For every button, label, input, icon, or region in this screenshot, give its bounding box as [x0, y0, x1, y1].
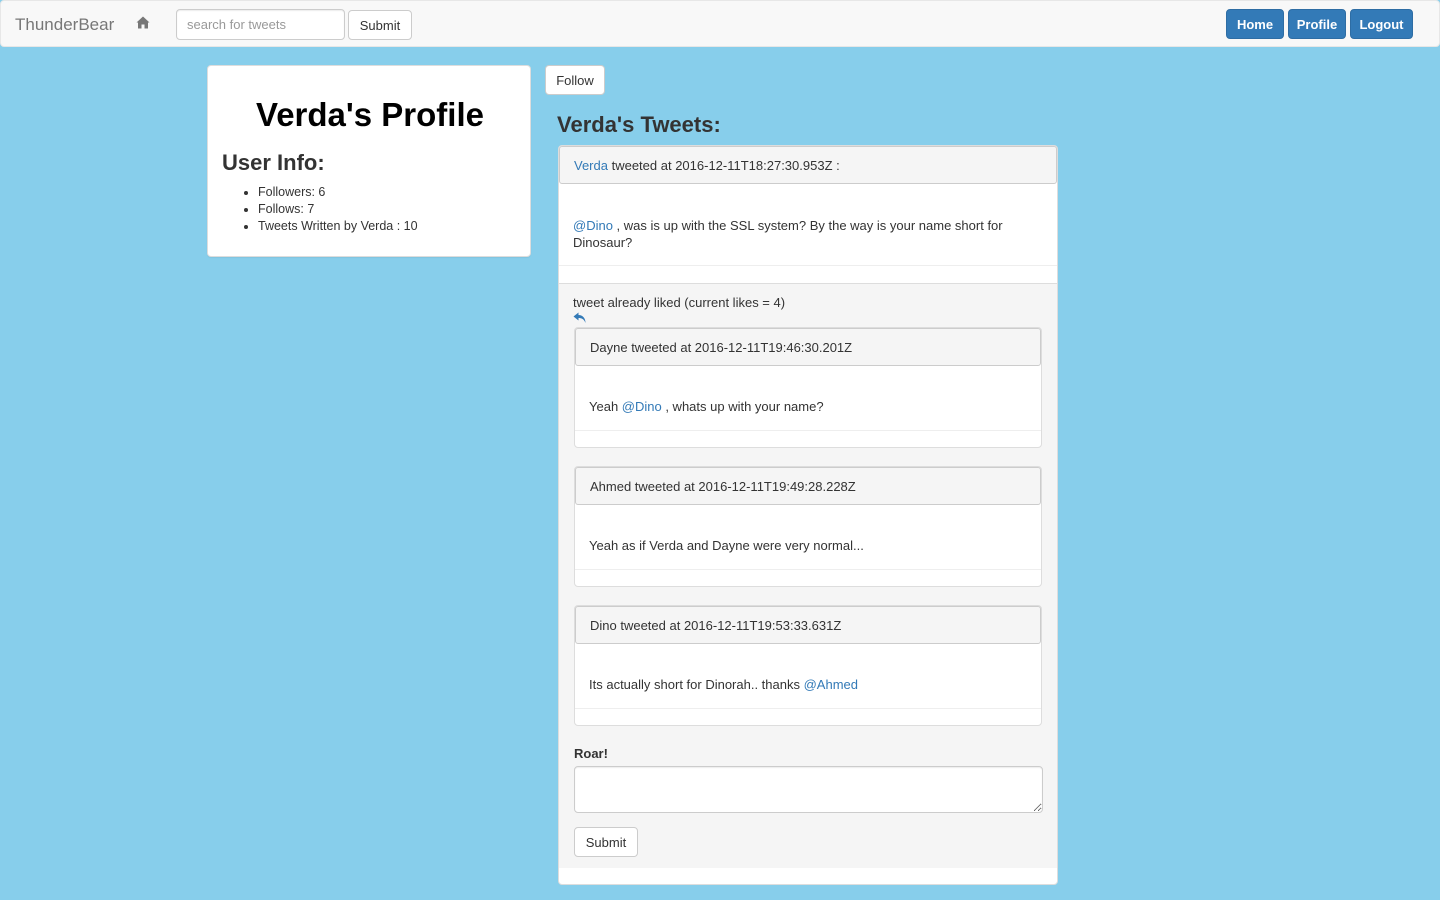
- reply-card: Dayne tweeted at 2016-12-11T19:46:30.201…: [574, 327, 1042, 448]
- divider: [575, 430, 1041, 431]
- mention-link[interactable]: @Ahmed: [804, 677, 858, 692]
- tweets-written-count: Tweets Written by Verda : 10: [258, 218, 418, 235]
- reply-card: Ahmed tweeted at 2016-12-11T19:49:28.228…: [574, 466, 1042, 587]
- tweet-timestamp: tweeted at 2016-12-11T18:27:30.953Z :: [607, 158, 840, 173]
- tweet-author-link[interactable]: Verda: [574, 158, 608, 173]
- home-button[interactable]: Home: [1226, 9, 1284, 39]
- logout-button[interactable]: Logout: [1350, 9, 1413, 39]
- tweet-text: , was is up with the SSL system? By the …: [573, 218, 1003, 250]
- reply-header: Dino tweeted at 2016-12-11T19:53:33.631Z: [575, 606, 1041, 644]
- reply-header: Dayne tweeted at 2016-12-11T19:46:30.201…: [575, 328, 1041, 366]
- search-submit-button[interactable]: Submit: [348, 10, 412, 40]
- tweet-panel: Verda tweeted at 2016-12-11T18:27:30.953…: [558, 145, 1058, 885]
- tweet-body: @Dino , was is up with the SSL system? B…: [573, 217, 1023, 251]
- divider: [575, 569, 1041, 570]
- reply-text: Yeah: [589, 399, 622, 414]
- tweets-heading: Verda's Tweets:: [557, 112, 721, 137]
- reply-header: Ahmed tweeted at 2016-12-11T19:49:28.228…: [575, 467, 1041, 505]
- reply-body: Yeah @Dino , whats up with your name?: [589, 399, 824, 414]
- reply-text: , whats up with your name?: [661, 399, 824, 414]
- reply-icon[interactable]: [573, 312, 587, 324]
- user-info-heading: User Info:: [222, 150, 325, 175]
- reply-text: Its actually short for Dinorah.. thanks: [589, 677, 804, 692]
- likes-status: tweet already liked (current likes = 4): [573, 295, 786, 310]
- followers-count: Followers: 6: [258, 184, 418, 201]
- divider: [575, 708, 1041, 709]
- tweet-header: Verda tweeted at 2016-12-11T18:27:30.953…: [559, 146, 1057, 184]
- home-icon[interactable]: [135, 15, 151, 31]
- profile-title: Verda's Profile: [256, 96, 484, 133]
- reply-body: Its actually short for Dinorah.. thanks …: [589, 677, 858, 692]
- profile-card: Verda's Profile User Info: Followers: 6 …: [207, 65, 531, 257]
- roar-label: Roar!: [574, 746, 608, 761]
- user-stats-list: Followers: 6 Follows: 7 Tweets Written b…: [222, 184, 418, 235]
- reply-card: Dino tweeted at 2016-12-11T19:53:33.631Z…: [574, 605, 1042, 726]
- divider: [559, 265, 1057, 266]
- tweet-footer: tweet already liked (current likes = 4) …: [559, 283, 1057, 868]
- roar-textarea[interactable]: [574, 766, 1043, 813]
- brand-link[interactable]: ThunderBear: [15, 15, 114, 35]
- navbar: ThunderBear Submit Home Profile Logout: [0, 0, 1440, 47]
- mention-link[interactable]: @Dino: [622, 399, 662, 414]
- reply-text: Yeah as if Verda and Dayne were very nor…: [589, 538, 864, 553]
- profile-button[interactable]: Profile: [1288, 9, 1346, 39]
- roar-submit-button[interactable]: Submit: [574, 827, 638, 857]
- follows-count: Follows: 7: [258, 201, 418, 218]
- reply-body: Yeah as if Verda and Dayne were very nor…: [589, 538, 864, 553]
- search-input[interactable]: [176, 9, 345, 40]
- follow-button[interactable]: Follow: [545, 65, 605, 95]
- mention-link[interactable]: @Dino: [573, 218, 613, 233]
